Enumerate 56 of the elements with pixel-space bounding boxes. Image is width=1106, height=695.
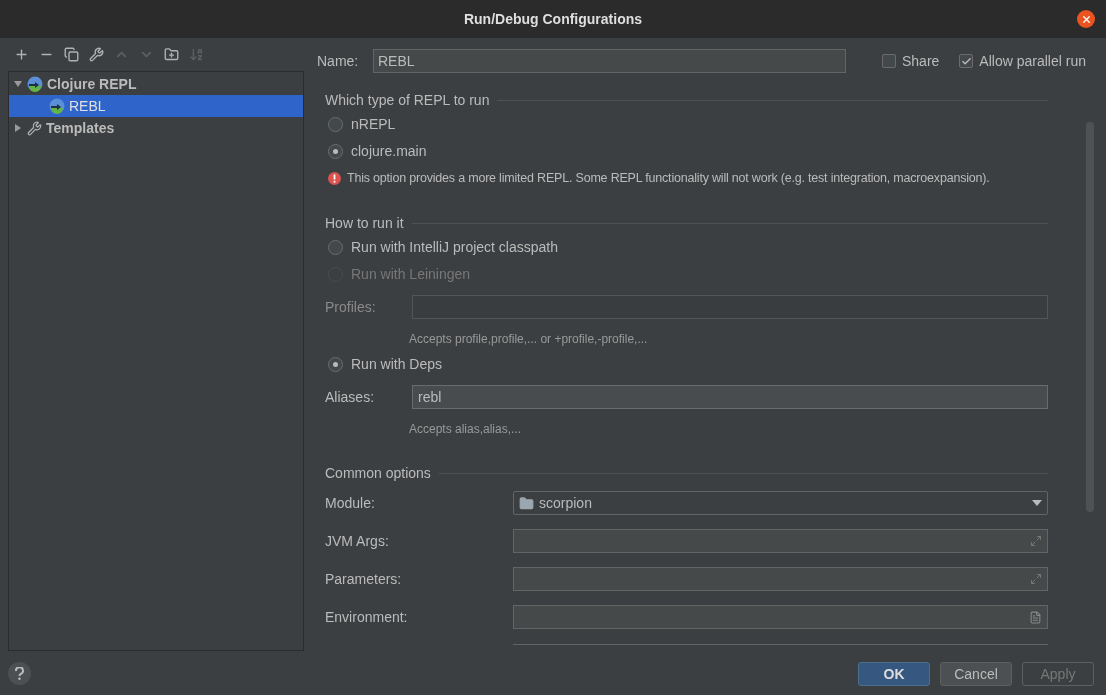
repl-icon — [27, 76, 43, 92]
window-title: Run/Debug Configurations — [463, 9, 643, 29]
section-title: How to run it — [325, 214, 404, 233]
radio-label[interactable]: Run with Deps — [351, 354, 443, 375]
add-icon[interactable] — [14, 47, 29, 62]
radio-button[interactable] — [328, 357, 343, 372]
error-icon — [328, 171, 341, 185]
close-icon — [1080, 13, 1092, 25]
collapsed-arrow-icon[interactable] — [13, 123, 23, 133]
name-label: Name: — [317, 51, 360, 71]
text-field[interactable]: rebl — [412, 385, 1048, 409]
radio-label[interactable]: nREPL — [351, 114, 396, 135]
radio-button[interactable] — [328, 240, 343, 255]
help-button[interactable] — [8, 661, 31, 685]
field-label: Parameters: — [325, 569, 403, 589]
close-button[interactable] — [1077, 10, 1095, 28]
checkbox[interactable] — [882, 54, 896, 68]
section-title: Which type of REPL to run — [325, 91, 490, 110]
dialog-button[interactable]: Cancel — [940, 662, 1012, 686]
warning-text: This option provides a more limited REPL. Some REPL functionality will not work (e.g. test integration, macroexpansion). — [347, 169, 990, 187]
dropdown-arrow-icon — [1032, 500, 1042, 506]
repl-icon — [49, 98, 65, 114]
expand-icon — [1030, 535, 1042, 547]
checkbox-label[interactable]: Share — [902, 50, 940, 72]
module-folder-icon — [519, 495, 534, 511]
tree-item[interactable]: Templates — [9, 117, 303, 139]
expanded-arrow-icon[interactable] — [13, 79, 23, 89]
text-field[interactable] — [513, 529, 1048, 553]
wrench-icon — [27, 120, 42, 136]
tree-item[interactable]: REBL — [9, 95, 303, 117]
radio-button[interactable] — [328, 144, 343, 159]
new-folder-icon[interactable] — [164, 47, 179, 62]
ok-button[interactable]: OK — [858, 662, 930, 686]
tree-item[interactable]: Clojure REPL — [9, 73, 303, 95]
hint-text: Accepts alias,alias,... — [409, 420, 522, 438]
hint-text: Accepts profile,profile,... or +profile,-profile,... — [409, 330, 648, 348]
section-title: Common options — [325, 464, 431, 483]
checkbox-label[interactable]: Allow parallel run — [979, 50, 1086, 72]
field-label: Module: — [325, 493, 376, 513]
text-field[interactable] — [513, 567, 1048, 591]
checkbox[interactable] — [959, 54, 974, 68]
field-label: Environment: — [325, 607, 409, 627]
radio-label[interactable]: clojure.main — [351, 141, 427, 162]
text-field[interactable] — [513, 605, 1048, 629]
field-label: JVM Args: — [325, 531, 390, 551]
copy-icon[interactable] — [64, 47, 79, 62]
field-label: Aliases: — [325, 387, 376, 407]
wrench-icon[interactable] — [89, 47, 104, 62]
radio-label[interactable]: Run with IntelliJ project classpath — [351, 237, 558, 258]
module-dropdown[interactable]: scorpion — [513, 491, 1048, 515]
question-mark-icon — [15, 666, 24, 680]
radio-button[interactable] — [328, 117, 343, 132]
expand-icon — [1030, 573, 1042, 585]
document-icon — [1029, 610, 1042, 624]
field-label: Profiles: — [325, 297, 377, 317]
name-field[interactable]: REBL — [373, 49, 846, 73]
